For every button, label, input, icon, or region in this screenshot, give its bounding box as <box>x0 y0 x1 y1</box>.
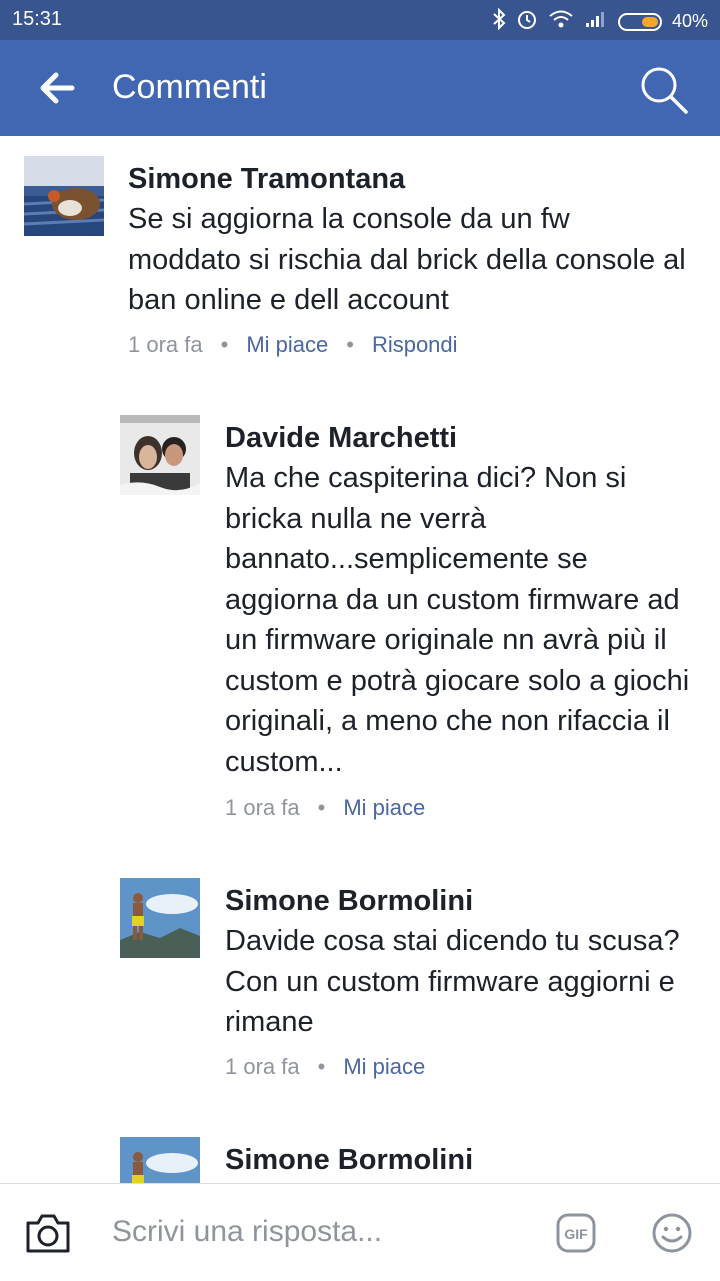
comment-meta: 1 ora fa • Mi piace <box>225 1054 425 1080</box>
arrow-left-icon[interactable] <box>38 70 78 106</box>
reply-link[interactable]: Rispondi <box>372 332 458 357</box>
like-link[interactable]: Mi piace <box>343 795 425 820</box>
comment-author[interactable]: Simone Bormolini <box>225 885 473 918</box>
wifi-icon <box>548 9 574 34</box>
status-bar: 15:31 40% <box>0 0 720 40</box>
comment-time: 1 ora fa <box>128 332 203 357</box>
comment-author[interactable]: Davide Marchetti <box>225 422 457 455</box>
signal-icon <box>584 10 608 33</box>
avatar[interactable] <box>120 878 200 958</box>
comment-meta: 1 ora fa • Mi piace <box>225 795 425 821</box>
gif-label: GIF <box>564 1226 588 1242</box>
comment-author[interactable]: Simone Bormolini <box>225 1144 473 1177</box>
reply-composer: Scrivi una risposta... GIF <box>0 1183 720 1281</box>
gif-icon[interactable]: GIF <box>556 1213 596 1253</box>
avatar[interactable] <box>120 415 200 495</box>
comment-text: Ma che caspiterina dici? Non si bricka n… <box>225 462 690 778</box>
camera-icon[interactable] <box>24 1211 72 1255</box>
like-link[interactable]: Mi piace <box>343 1054 425 1079</box>
comment-text: Davide cosa stai dicendo tu scusa? Con u… <box>225 925 680 1038</box>
avatar[interactable] <box>120 1137 200 1183</box>
separator-dot: • <box>317 795 326 820</box>
bluetooth-icon <box>492 7 506 35</box>
comment-text: Se si aggiorna la console da un fw modda… <box>128 203 686 316</box>
reply-input[interactable]: Scrivi una risposta... <box>112 1215 382 1249</box>
page-title: Commenti <box>112 68 267 106</box>
app-bar: Commenti <box>0 40 720 136</box>
comment-meta: 1 ora fa • Mi piace • Rispondi <box>128 332 458 358</box>
avatar[interactable] <box>24 156 104 236</box>
separator-dot: • <box>346 332 354 357</box>
alarm-icon <box>516 8 538 35</box>
status-icons: 40% <box>492 7 708 35</box>
search-icon[interactable] <box>638 64 690 116</box>
comment-time: 1 ora fa <box>225 795 300 820</box>
like-link[interactable]: Mi piace <box>246 332 328 357</box>
comment-time: 1 ora fa <box>225 1054 300 1079</box>
smiley-icon[interactable] <box>651 1212 693 1254</box>
separator-dot: • <box>220 332 229 357</box>
battery-percent: 40% <box>671 11 708 31</box>
battery-icon <box>617 12 662 31</box>
separator-dot: • <box>317 1054 326 1079</box>
comment-author[interactable]: Simone Tramontana <box>128 163 405 196</box>
status-time: 15:31 <box>12 8 63 30</box>
